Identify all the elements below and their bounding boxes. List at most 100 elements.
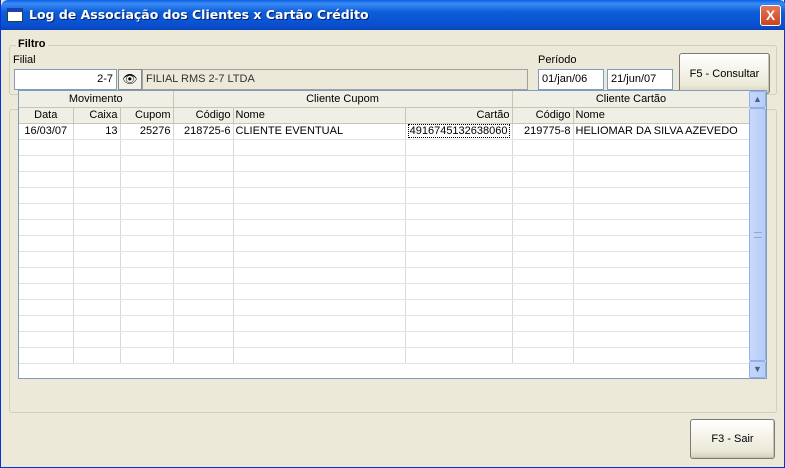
empty-table-row[interactable] [19,187,751,204]
empty-cell[interactable] [573,187,751,204]
empty-cell[interactable] [73,315,121,332]
empty-cell[interactable] [573,155,751,172]
empty-cell[interactable] [512,187,574,204]
empty-cell[interactable] [405,187,513,204]
empty-cell[interactable] [73,251,121,268]
empty-cell[interactable] [233,283,406,300]
close-button[interactable]: X [760,5,781,26]
empty-cell[interactable] [120,171,174,188]
empty-cell[interactable] [73,235,121,252]
col-header-cupom[interactable]: Cupom [120,107,174,124]
empty-cell[interactable] [73,139,121,156]
empty-cell[interactable] [512,155,574,172]
empty-cell[interactable] [173,315,234,332]
empty-table-row[interactable] [19,219,751,236]
empty-cell[interactable] [73,347,121,364]
col-header-data[interactable]: Data [19,107,74,124]
cell-nome-cupom[interactable]: CLIENTE EVENTUAL [233,123,406,140]
empty-cell[interactable] [573,251,751,268]
empty-cell[interactable] [120,267,174,284]
empty-cell[interactable] [173,267,234,284]
empty-cell[interactable] [173,235,234,252]
empty-cell[interactable] [19,235,74,252]
empty-cell[interactable] [73,299,121,316]
cell-cupom[interactable]: 25276 [120,123,174,140]
empty-cell[interactable] [405,251,513,268]
title-bar[interactable]: Log de Associação dos Clientes x Cartão … [1,0,785,30]
empty-table-row[interactable] [19,267,751,284]
cell-codigo-cupom[interactable]: 218725-6 [173,123,234,140]
empty-cell[interactable] [120,283,174,300]
empty-cell[interactable] [512,203,574,220]
empty-cell[interactable] [19,155,74,172]
empty-cell[interactable] [405,299,513,316]
empty-cell[interactable] [233,299,406,316]
empty-cell[interactable] [512,251,574,268]
empty-cell[interactable] [173,331,234,348]
empty-cell[interactable] [512,171,574,188]
empty-cell[interactable] [233,203,406,220]
empty-cell[interactable] [19,331,74,348]
col-header-codigo-cupom[interactable]: Código [173,107,234,124]
table-row[interactable]: 16/03/07 13 25276 218725-6 CLIENTE EVENTUAL 4… [19,123,751,140]
empty-cell[interactable] [573,331,751,348]
empty-table-row[interactable] [19,315,751,332]
empty-cell[interactable] [512,219,574,236]
empty-cell[interactable] [19,315,74,332]
results-grid[interactable]: Movimento Cliente Cupom Cliente Cartão D… [18,90,767,379]
empty-cell[interactable] [233,347,406,364]
cell-caixa[interactable]: 13 [73,123,121,140]
empty-cell[interactable] [573,347,751,364]
empty-cell[interactable] [512,331,574,348]
empty-cell[interactable] [405,171,513,188]
empty-cell[interactable] [173,139,234,156]
empty-cell[interactable] [120,251,174,268]
empty-cell[interactable] [120,347,174,364]
empty-table-row[interactable] [19,283,751,300]
empty-cell[interactable] [573,235,751,252]
empty-cell[interactable] [573,267,751,284]
empty-cell[interactable] [73,187,121,204]
empty-table-row[interactable] [19,203,751,220]
empty-cell[interactable] [233,267,406,284]
empty-cell[interactable] [173,283,234,300]
empty-cell[interactable] [173,187,234,204]
empty-table-row[interactable] [19,139,751,156]
empty-cell[interactable] [73,331,121,348]
empty-cell[interactable] [573,139,751,156]
consult-button[interactable]: F5 - Consultar [679,53,770,94]
empty-table-row[interactable] [19,235,751,252]
empty-cell[interactable] [233,155,406,172]
empty-cell[interactable] [19,171,74,188]
empty-cell[interactable] [405,235,513,252]
empty-table-row[interactable] [19,171,751,188]
empty-cell[interactable] [512,299,574,316]
empty-cell[interactable] [120,203,174,220]
empty-cell[interactable] [573,299,751,316]
empty-cell[interactable] [405,331,513,348]
empty-cell[interactable] [512,139,574,156]
empty-cell[interactable] [405,315,513,332]
empty-cell[interactable] [573,171,751,188]
empty-cell[interactable] [173,219,234,236]
empty-cell[interactable] [19,139,74,156]
empty-cell[interactable] [173,171,234,188]
empty-cell[interactable] [73,203,121,220]
empty-cell[interactable] [405,139,513,156]
scroll-up-icon[interactable]: ▲ [749,91,766,108]
empty-cell[interactable] [120,315,174,332]
binoculars-icon[interactable]: 👁 [118,69,142,90]
empty-cell[interactable] [233,235,406,252]
empty-table-row[interactable] [19,347,751,364]
empty-cell[interactable] [120,187,174,204]
empty-cell[interactable] [73,219,121,236]
empty-cell[interactable] [233,251,406,268]
cell-codigo-cartao[interactable]: 219775-8 [512,123,574,140]
empty-cell[interactable] [173,203,234,220]
cell-nome-cartao[interactable]: HELIOMAR DA SILVA AZEVEDO [573,123,751,140]
col-header-caixa[interactable]: Caixa [73,107,121,124]
empty-cell[interactable] [120,155,174,172]
empty-cell[interactable] [73,283,121,300]
empty-cell[interactable] [120,235,174,252]
empty-cell[interactable] [405,283,513,300]
